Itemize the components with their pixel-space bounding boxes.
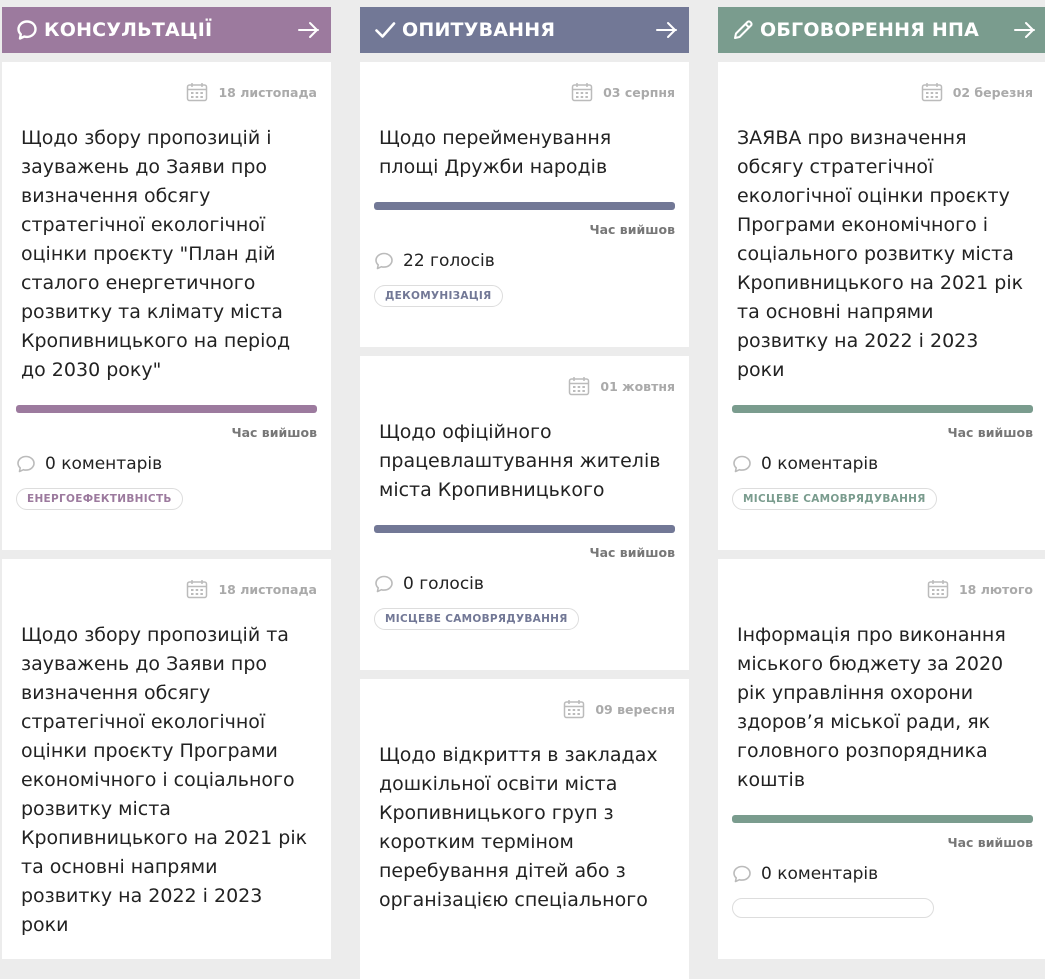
npa-card[interactable]: 02 березня ЗАЯВА про визначення обсягу с… [718,62,1045,550]
card-date: 18 лютого [732,577,1033,601]
card-title[interactable]: Інформація про виконання міського бюджет… [737,621,1033,795]
card-date: 09 вересня [374,697,675,721]
time-status: Час вийшов [589,545,676,560]
meta-text: 0 коментарів [761,454,879,474]
calendar-icon [186,82,208,102]
votes-count[interactable]: 0 голосів [374,574,675,594]
poll-card[interactable]: 09 вересня Щодо відкриття в закладах дош… [360,679,689,979]
date-text: 18 листопада [218,84,317,100]
checkmark-icon [374,19,396,41]
calendar-icon [927,579,949,599]
card-title[interactable]: Щодо збору пропозицій та зауважень до За… [21,621,317,940]
votes-count[interactable]: 22 голосів [374,251,675,271]
category-tag[interactable] [732,898,934,918]
progress-bar [374,202,675,210]
consultation-card[interactable]: 18 листопада Щодо збору пропозицій і зау… [2,62,331,550]
progress-fill [374,525,675,533]
arrow-right-icon[interactable] [655,20,679,40]
card-date: 03 серпня [374,80,675,104]
column-polls: ОПИТУВАННЯ 03 серпня Щодо перейменування… [360,7,689,979]
arrow-right-icon[interactable] [1013,20,1037,40]
calendar-icon [921,82,943,102]
date-text: 02 березня [952,84,1033,100]
comment-icon [374,575,394,593]
meta-text: 0 голосів [403,574,484,594]
arrow-right-icon[interactable] [297,20,321,40]
comment-icon [732,865,752,883]
pencil-icon [732,19,754,41]
column-consultations: КОНСУЛЬТАЦІЇ 18 листопада Щодо збору про… [2,7,331,959]
progress-bar [16,405,317,413]
column-title: ОБГОВОРЕННЯ НПА [760,19,979,41]
column-header-npa[interactable]: ОБГОВОРЕННЯ НПА [718,7,1045,53]
card-title[interactable]: ЗАЯВА про визначення обсягу стратегічної… [737,124,1033,385]
chat-bubble-icon [16,19,38,41]
date-text: 01 жовтня [600,378,675,394]
column-header-polls[interactable]: ОПИТУВАННЯ [360,7,689,53]
progress-fill [16,405,317,413]
category-tag[interactable]: МІСЦЕВЕ САМОВРЯДУВАННЯ [732,488,937,510]
date-text: 03 серпня [603,84,675,100]
category-tag[interactable]: ДЕКОМУНІЗАЦІЯ [374,285,503,307]
date-text: 09 вересня [595,701,675,717]
progress-fill [732,815,1033,823]
card-title[interactable]: Щодо відкриття в закладах дошкільної осв… [379,741,675,915]
poll-card[interactable]: 03 серпня Щодо перейменування площі Друж… [360,62,689,347]
progress-fill [732,405,1033,413]
comment-icon [732,455,752,473]
comment-icon [374,252,394,270]
progress-fill [374,202,675,210]
calendar-icon [563,699,585,719]
progress-bar [732,815,1033,823]
card-date: 18 листопада [16,80,317,104]
category-tag[interactable]: МІСЦЕВЕ САМОВРЯДУВАННЯ [374,608,579,630]
column-npa-discussions: ОБГОВОРЕННЯ НПА 02 березня ЗАЯВА про виз… [718,7,1045,959]
poll-card[interactable]: 01 жовтня Щодо офіційного працевлаштуван… [360,356,689,670]
card-title[interactable]: Щодо збору пропозицій і зауважень до Зая… [21,124,317,385]
column-title: ОПИТУВАННЯ [402,19,556,41]
progress-bar [374,525,675,533]
column-title: КОНСУЛЬТАЦІЇ [44,19,213,41]
column-header-consultations[interactable]: КОНСУЛЬТАЦІЇ [2,7,331,53]
progress-bar [732,405,1033,413]
time-status: Час вийшов [231,425,318,440]
time-status: Час вийшов [589,222,676,237]
calendar-icon [568,376,590,396]
date-text: 18 листопада [218,581,317,597]
card-title[interactable]: Щодо перейменування площі Дружби народів [379,124,675,182]
comments-count[interactable]: 0 коментарів [16,454,317,474]
card-date: 01 жовтня [374,374,675,398]
time-status: Час вийшов [947,425,1034,440]
meta-text: 22 голосів [403,251,495,271]
calendar-icon [571,82,593,102]
card-title[interactable]: Щодо офіційного працевлаштування жителів… [379,418,675,505]
date-text: 18 лютого [958,581,1033,597]
consultation-card[interactable]: 18 листопада Щодо збору пропозицій та за… [2,559,331,959]
card-date: 18 листопада [16,577,317,601]
comments-count[interactable]: 0 коментарів [732,864,1033,884]
category-tag[interactable]: ЕНЕРГОЕФЕКТИВНІСТЬ [16,488,183,510]
npa-card[interactable]: 18 лютого Інформація про виконання міськ… [718,559,1045,959]
card-date: 02 березня [732,80,1033,104]
comments-count[interactable]: 0 коментарів [732,454,1033,474]
meta-text: 0 коментарів [761,864,879,884]
time-status: Час вийшов [947,835,1034,850]
comment-icon [16,455,36,473]
meta-text: 0 коментарів [45,454,163,474]
calendar-icon [186,579,208,599]
